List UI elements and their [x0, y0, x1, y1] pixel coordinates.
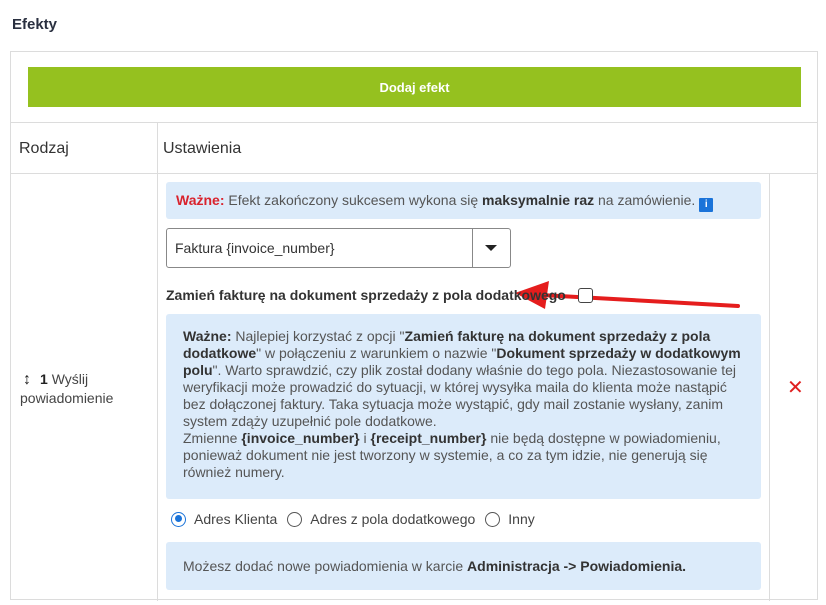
notice-text: Efekt zakończony sukcesem wykona się — [224, 192, 483, 208]
radio-label: Adres z pola dodatkowego — [310, 511, 476, 527]
notice-text: i — [359, 430, 371, 446]
section-title: Efekty — [12, 16, 58, 33]
notice-text: Najlepiej korzystać z opcji " — [231, 328, 405, 344]
notice-bold: {invoice_number} — [241, 430, 360, 446]
radio-option-other[interactable]: Inny — [485, 511, 535, 527]
template-select[interactable]: Faktura {invoice_number} — [166, 228, 511, 268]
divider — [157, 122, 158, 601]
notice-text: Możesz dodać nowe powiadomienia w karcie — [183, 558, 468, 574]
sort-arrows-icon[interactable]: ↕ — [20, 371, 34, 389]
notice-once: Ważne: Efekt zakończony sukcesem wykona … — [166, 182, 761, 219]
template-select-value: Faktura {invoice_number} — [175, 240, 335, 256]
notice-text: Zmienne — [183, 430, 242, 446]
column-header-type: Rodzaj — [19, 140, 69, 157]
notice-add-notifications: Możesz dodać nowe powiadomienia w karcie… — [166, 542, 761, 590]
notice-text: ". Warto sprawdzić, czy plik został doda… — [183, 362, 737, 429]
radio-button[interactable] — [287, 511, 303, 527]
radio-button[interactable] — [485, 511, 501, 527]
divider — [11, 173, 817, 174]
notice-bold: {receipt_number} — [370, 430, 487, 446]
divider — [769, 173, 770, 601]
notice-important: Ważne: Najlepiej korzystać z opcji "Zami… — [166, 314, 761, 499]
column-header-settings: Ustawienia — [163, 140, 242, 157]
radio-button[interactable] — [171, 511, 186, 527]
radio-option-additional-field[interactable]: Adres z pola dodatkowego — [287, 511, 475, 527]
divider — [11, 122, 817, 123]
notice-prefix: Ważne: — [183, 328, 232, 344]
select-divider — [472, 229, 473, 267]
effect-type: ↕ 1 Wyślij powiadomienie — [20, 370, 150, 407]
effects-panel: Dodaj efekt Rodzaj Ustawienia ↕ 1 Wyślij … — [10, 51, 818, 601]
recipient-radio-group: Adres Klienta Adres z pola dodatkowego I… — [171, 511, 545, 527]
replace-invoice-option: Zamień fakturę na dokument sprzedaży z p… — [166, 287, 593, 303]
replace-invoice-checkbox[interactable] — [577, 287, 593, 303]
notice-text: " w połączeniu z warunkiem o nazwie " — [256, 345, 497, 361]
replace-invoice-label: Zamień fakturę na dokument sprzedaży z p… — [166, 287, 566, 303]
info-icon[interactable]: i — [699, 198, 714, 212]
notice-bold: maksymalnie raz — [482, 192, 595, 208]
radio-option-client-address[interactable]: Adres Klienta — [171, 511, 277, 527]
radio-label: Adres Klienta — [194, 511, 278, 527]
add-effect-button[interactable]: Dodaj efekt — [28, 67, 801, 107]
effect-number: 1 — [40, 371, 48, 387]
close-icon[interactable]: ✕ — [787, 375, 804, 400]
effect-type-label: Wyślij powiadomienie — [20, 371, 114, 406]
notice-text: na zamówienie. — [594, 192, 696, 208]
notice-bold: Administracja -> Powiadomienia. — [467, 558, 687, 574]
notice-prefix: Ważne: — [176, 192, 225, 208]
radio-label: Inny — [508, 511, 535, 527]
caret-down-icon[interactable] — [485, 245, 497, 251]
